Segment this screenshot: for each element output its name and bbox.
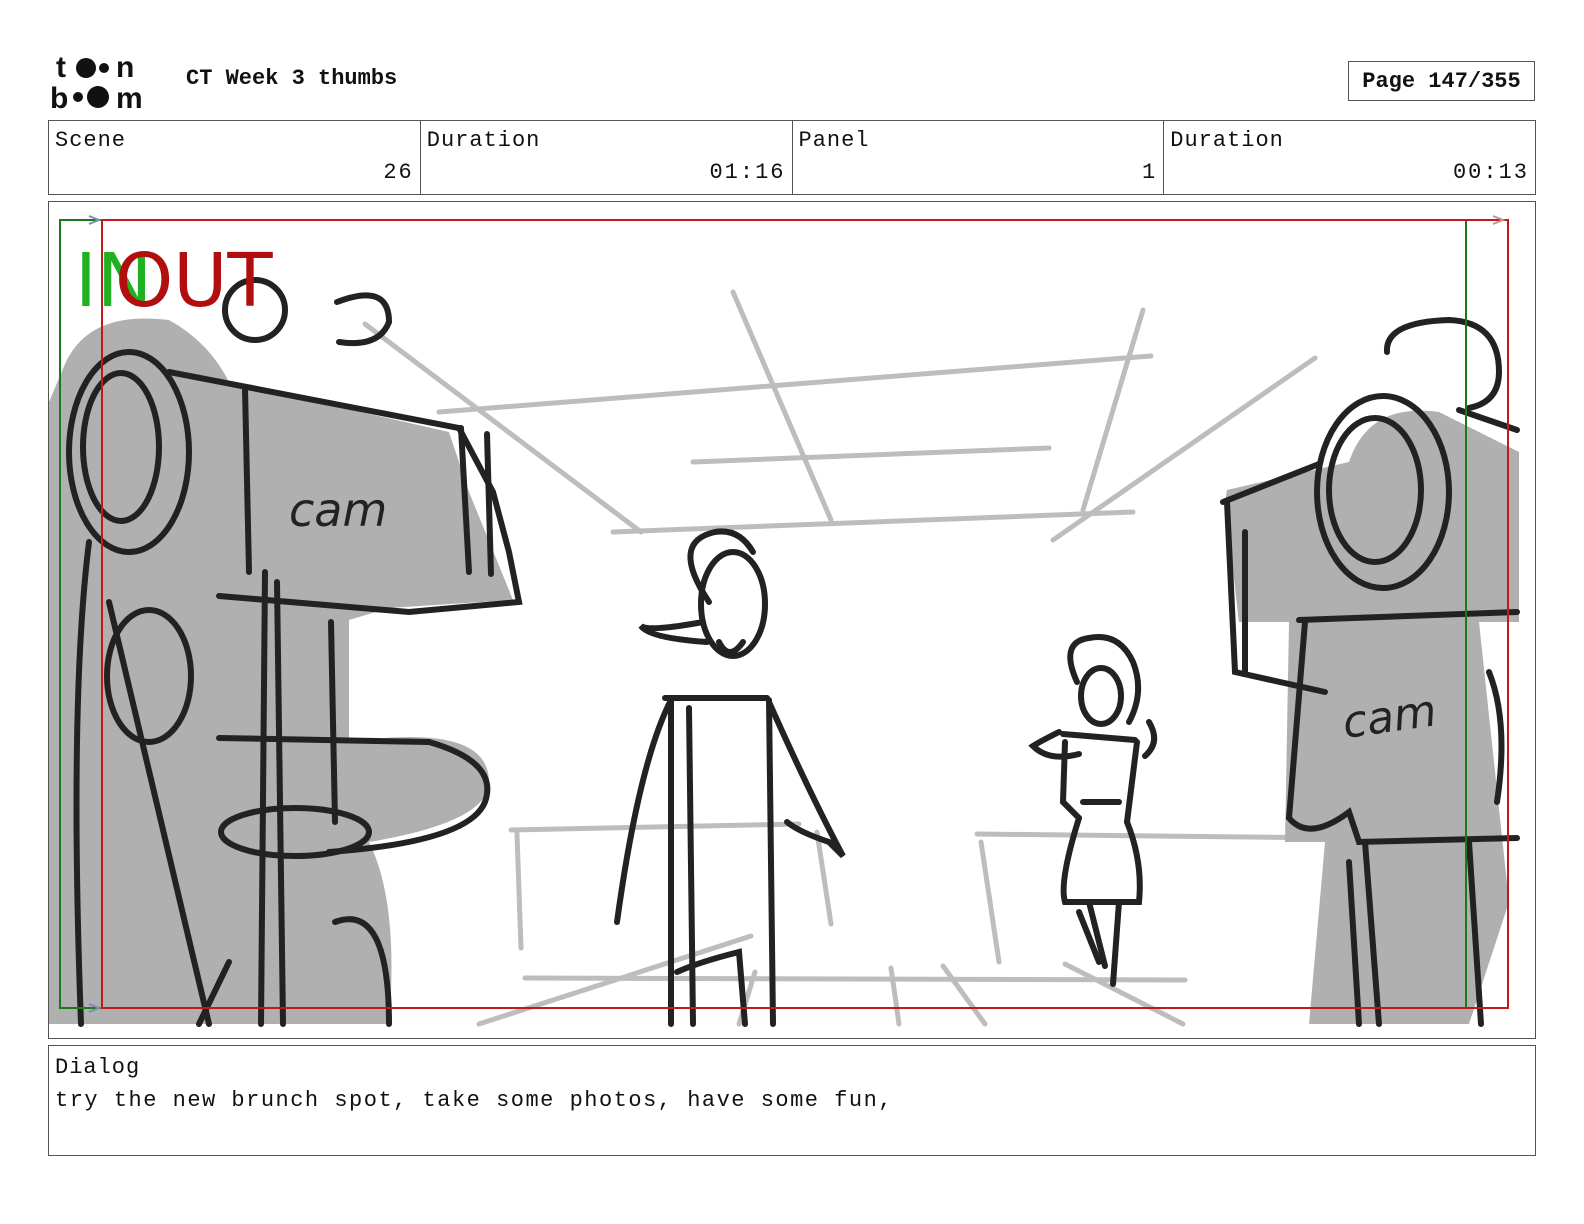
dialog-label: Dialog bbox=[55, 1055, 141, 1080]
svg-text:n: n bbox=[116, 51, 134, 84]
panel-value: 1 bbox=[1142, 160, 1158, 185]
out-marker: OUT bbox=[115, 238, 273, 324]
panel-duration-label: Duration bbox=[1170, 128, 1284, 153]
storyboard-panel: cam cam IN OUT bbox=[48, 201, 1536, 1039]
scene-label: Scene bbox=[55, 128, 127, 153]
scene-duration-value: 01:16 bbox=[709, 160, 786, 185]
scene-info-table: Scene 26 Duration 01:16 Panel 1 Duration… bbox=[48, 120, 1536, 195]
right-figure-sketch bbox=[1028, 634, 1158, 987]
panel-cell: Panel 1 bbox=[793, 121, 1165, 194]
scene-value: 26 bbox=[383, 160, 414, 185]
document-title: CT Week 3 thumbs bbox=[186, 66, 398, 91]
cam-left-label: cam bbox=[289, 483, 387, 537]
panel-duration-value: 00:13 bbox=[1452, 160, 1529, 185]
left-camera-sketch: cam bbox=[49, 277, 523, 1027]
dialog-box: Dialog try the new brunch spot, take som… bbox=[48, 1045, 1536, 1156]
right-camera-sketch: cam bbox=[1220, 316, 1520, 1027]
panel-label: Panel bbox=[798, 128, 870, 153]
dialog-text: try the new brunch spot, take some photo… bbox=[55, 1088, 894, 1113]
set-guide-lines bbox=[362, 289, 1342, 1027]
scene-cell: Scene 26 bbox=[49, 121, 421, 194]
panel-duration-cell: Duration 00:13 bbox=[1164, 121, 1535, 194]
panel-sketch: cam cam IN OUT bbox=[49, 215, 1520, 1027]
center-figure-sketch bbox=[614, 528, 846, 1027]
scene-duration-cell: Duration 01:16 bbox=[421, 121, 793, 194]
page-label: Page 147/355 bbox=[1362, 68, 1521, 94]
toon-boom-logo: t n b m bbox=[50, 50, 165, 115]
scene-duration-label: Duration bbox=[426, 128, 541, 153]
svg-text:m: m bbox=[116, 82, 143, 112]
svg-text:t: t bbox=[56, 51, 66, 84]
page-indicator: Page 147/355 bbox=[1348, 61, 1535, 101]
svg-text:b: b bbox=[50, 82, 68, 112]
